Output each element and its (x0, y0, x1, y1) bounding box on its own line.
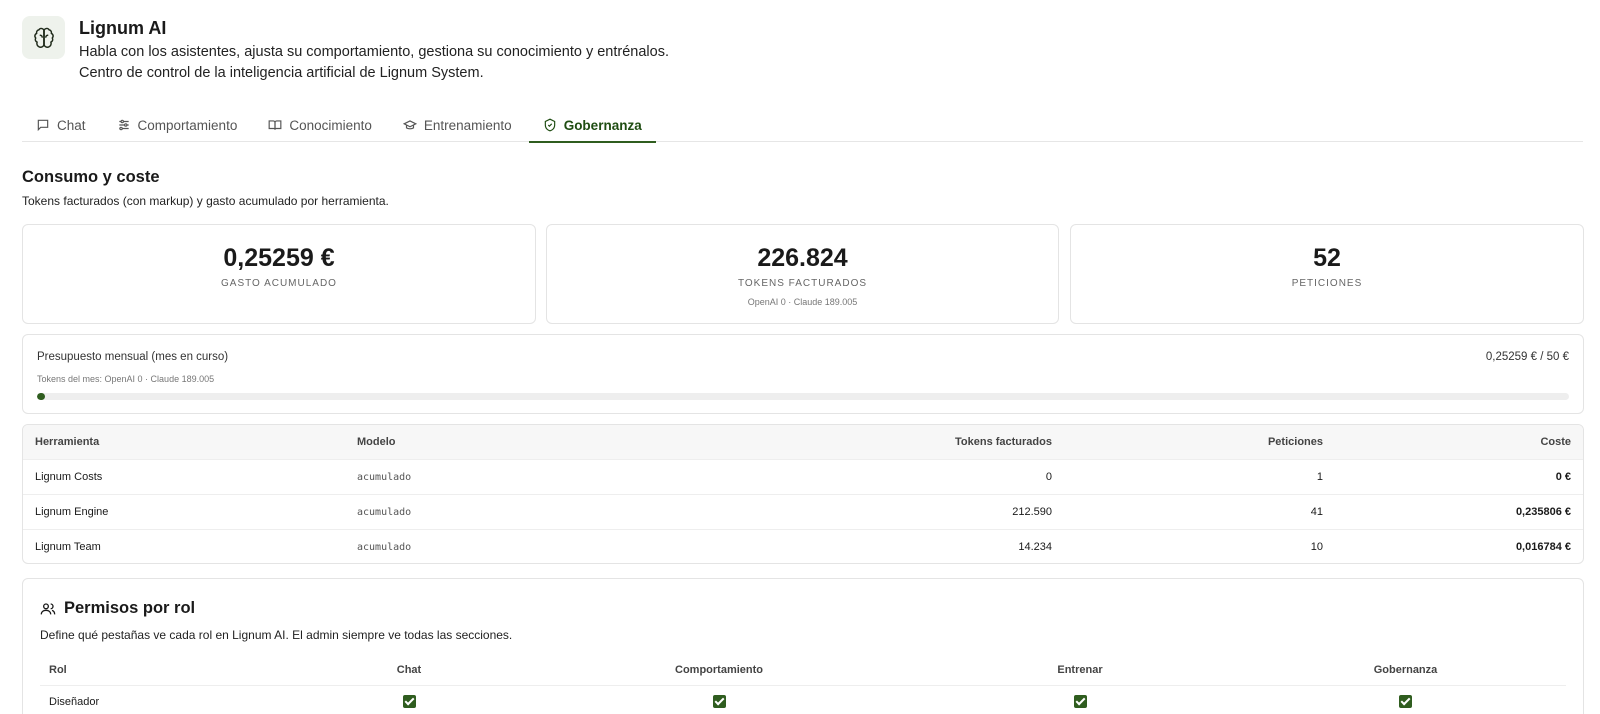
col-header: Comportamiento (675, 664, 763, 676)
tab-comportamiento[interactable]: Comportamiento (103, 108, 252, 142)
cell-cost: 0,235806 € (1515, 506, 1571, 518)
cell-tool: Lignum Costs (35, 471, 103, 483)
col-header[interactable]: Modelo (357, 436, 691, 448)
cell-tokens: 0 (1045, 471, 1052, 483)
cell-tokens: 14.234 (1018, 541, 1052, 553)
app-title: Lignum AI (79, 18, 167, 38)
stat-value: 52 (1313, 244, 1341, 272)
users-icon (40, 602, 56, 614)
budget-progress-bar (37, 393, 1569, 400)
col-header[interactable]: Tokens facturados (691, 436, 1052, 448)
app-description: Centro de control de la inteligencia art… (79, 65, 484, 81)
app-subtitle: Habla con los asistentes, ajusta su comp… (79, 44, 669, 60)
stat-card-spend: 0,25259 € GASTO ACUMULADO (22, 224, 536, 324)
tab-conocimiento-label: Conocimiento (289, 117, 372, 133)
app-header: Lignum AI Habla con los asistentes, ajus… (22, 16, 669, 84)
budget-value: 0,25259 € / 50 € (1485, 351, 1569, 363)
graduation-cap-icon (402, 120, 417, 130)
usage-title: Consumo y coste (22, 168, 160, 186)
cell-tool: Lignum Team (35, 541, 101, 553)
stat-label: TOKENS FACTURADOS (737, 278, 868, 289)
stat-label: PETICIONES (1291, 278, 1363, 289)
usage-subtitle: Tokens facturados (con markup) y gasto a… (22, 194, 389, 208)
budget-label: Presupuesto mensual (mes en curso) (37, 351, 229, 363)
permissions-title: Permisos por rol (40, 599, 195, 618)
cell-model: acumulado (357, 541, 412, 553)
permissions-card: Permisos por rol Define qué pestañas ve … (22, 578, 1584, 714)
tab-comportamiento-label: Comportamiento (137, 117, 238, 133)
budget-card: Presupuesto mensual (mes en curso) 0,252… (22, 334, 1584, 414)
checkbox-gobernanza[interactable] (1399, 695, 1412, 708)
shield-check-icon (544, 118, 555, 132)
cell-tool: Lignum Engine (35, 506, 109, 518)
cell-cost: 0 € (1555, 471, 1571, 483)
table-row: Lignum Costs acumulado 0 1 0 € (23, 459, 1583, 494)
tab-entrenamiento[interactable]: Entrenamiento (389, 108, 526, 142)
col-header[interactable]: Peticiones (1052, 436, 1323, 448)
permissions-subtitle: Define qué pestañas ve cada rol en Lignu… (40, 628, 513, 642)
checkbox-comportamiento[interactable] (712, 695, 726, 708)
cell-requests: 10 (1310, 541, 1323, 553)
brain-icon (22, 16, 65, 59)
tab-chat-label: Chat (57, 117, 86, 133)
budget-progress-fill (37, 393, 45, 400)
cell-cost: 0,016784 € (1515, 541, 1571, 553)
tab-chat[interactable]: Chat (22, 108, 100, 142)
checkbox-chat[interactable] (402, 695, 416, 708)
tab-conocimiento[interactable]: Conocimiento (254, 108, 386, 142)
role-name: Diseñador (49, 695, 100, 708)
tab-entrenamiento-label: Entrenamiento (423, 117, 512, 133)
stat-value: 0,25259 € (223, 244, 335, 272)
permissions-table: Rol Chat Comportamiento Entrenar Goberna… (40, 655, 1566, 714)
col-header[interactable]: Coste (1323, 436, 1583, 448)
cell-tokens: 212.590 (1012, 506, 1052, 518)
tab-gobernanza[interactable]: Gobernanza (528, 108, 656, 143)
tab-gobernanza-label: Gobernanza (563, 117, 642, 133)
col-header[interactable]: Herramienta (23, 436, 357, 448)
tab-bar: Chat Comportamiento Conocimiento Entrena… (22, 108, 1583, 143)
budget-detail: Tokens del mes: OpenAI 0 · Claude 189.00… (37, 374, 215, 384)
tools-table: Herramienta Modelo Tokens facturados Pet… (22, 424, 1584, 564)
permissions-title-text: Permisos por rol (64, 599, 196, 617)
cell-requests: 1 (1316, 471, 1323, 483)
stat-label: GASTO ACUMULADO (221, 278, 337, 289)
stat-card-requests: 52 PETICIONES (1070, 224, 1584, 324)
col-header: Entrenar (1057, 664, 1103, 676)
table-row: Lignum Engine acumulado 212.590 41 0,235… (23, 494, 1583, 529)
table-row: Lignum Team acumulado 14.234 10 0,016784… (23, 529, 1583, 563)
permissions-row: Diseñador (40, 686, 1566, 714)
stat-detail: OpenAI 0 · Claude 189.005 (747, 297, 858, 307)
stat-card-tokens: 226.824 TOKENS FACTURADOS OpenAI 0 · Cla… (546, 224, 1059, 324)
chat-icon (37, 119, 49, 132)
cell-model: acumulado (357, 471, 412, 483)
col-header: Chat (396, 664, 422, 676)
book-icon (268, 120, 282, 130)
stat-value: 226.824 (757, 244, 848, 272)
table-header-row: Herramienta Modelo Tokens facturados Pet… (23, 425, 1583, 459)
checkbox-entrenar[interactable] (1073, 695, 1087, 708)
sliders-icon (118, 119, 129, 131)
cell-model: acumulado (357, 506, 412, 518)
col-header: Gobernanza (1373, 664, 1438, 676)
cell-requests: 41 (1310, 506, 1323, 518)
permissions-header-row: Rol Chat Comportamiento Entrenar Goberna… (40, 655, 1566, 686)
col-header: Rol (49, 664, 67, 676)
